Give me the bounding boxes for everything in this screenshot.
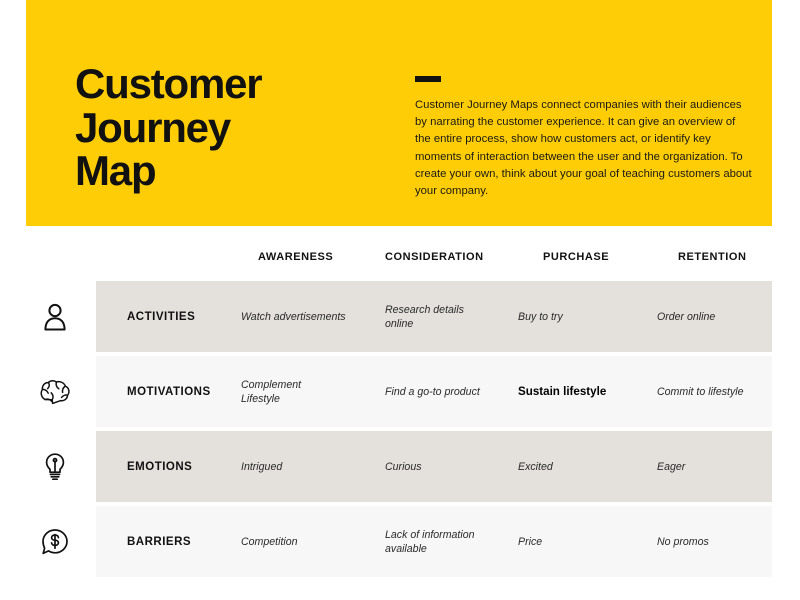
- cell-motivations-consideration: Find a go-to product: [385, 385, 480, 398]
- cell-activities-purchase: Buy to try: [518, 310, 563, 323]
- table-row: MOTIVATIONS Complement Lifestyle Find a …: [40, 356, 772, 427]
- cell-barriers-retention: No promos: [657, 535, 709, 548]
- cell-barriers-consideration: Lack of information available: [385, 528, 475, 555]
- column-header-retention: RETENTION: [678, 251, 747, 263]
- matrix-column-headers: AWARENESS CONSIDERATION PURCHASE RETENTI…: [0, 226, 800, 281]
- table-row: ACTIVITIES Watch advertisements Research…: [44, 281, 772, 352]
- cell-activities-awareness: Watch advertisements: [241, 310, 346, 323]
- hero-banner: Customer Journey Map Customer Journey Ma…: [26, 0, 772, 226]
- hero-description: Customer Journey Maps connect companies …: [415, 99, 752, 198]
- cell-activities-consideration: Research details online: [385, 303, 464, 330]
- page-title: Customer Journey Map: [75, 60, 263, 195]
- table-row: EMOTIONS Intrigued Curious Excited Eager: [45, 431, 772, 502]
- column-header-purchase: PURCHASE: [543, 251, 610, 263]
- cell-motivations-awareness: Complement Lifestyle: [241, 378, 302, 405]
- row-label-motivations: MOTIVATIONS: [127, 385, 211, 398]
- column-header-consideration: CONSIDERATION: [385, 251, 484, 263]
- row-label-emotions: EMOTIONS: [127, 460, 193, 473]
- cell-emotions-awareness: Intrigued: [241, 460, 283, 473]
- person-icon: [38, 300, 72, 334]
- row-label-activities: ACTIVITIES: [127, 310, 196, 323]
- cell-activities-retention: Order online: [657, 310, 716, 323]
- dollar-speech-bubble-icon: [38, 525, 72, 559]
- journey-matrix: AWARENESS CONSIDERATION PURCHASE RETENTI…: [0, 226, 800, 600]
- cell-emotions-retention: Eager: [657, 460, 686, 473]
- cell-barriers-awareness: Competition: [241, 535, 298, 548]
- cell-emotions-purchase: Excited: [518, 460, 553, 473]
- cell-motivations-retention: Commit to lifestyle: [657, 385, 744, 398]
- lightbulb-icon: [38, 450, 72, 484]
- matrix-rows: ACTIVITIES Watch advertisements Research…: [40, 281, 772, 581]
- cell-emotions-consideration: Curious: [385, 460, 422, 473]
- row-label-barriers: BARRIERS: [127, 535, 192, 548]
- table-row: BARRIERS Competition Lack of information…: [42, 506, 772, 577]
- cell-motivations-purchase: Sustain lifestyle: [518, 384, 607, 398]
- cell-barriers-purchase: Price: [518, 535, 543, 548]
- brain-icon: [38, 375, 72, 409]
- column-header-awareness: AWARENESS: [258, 251, 334, 263]
- title-divider-rule: [415, 76, 441, 82]
